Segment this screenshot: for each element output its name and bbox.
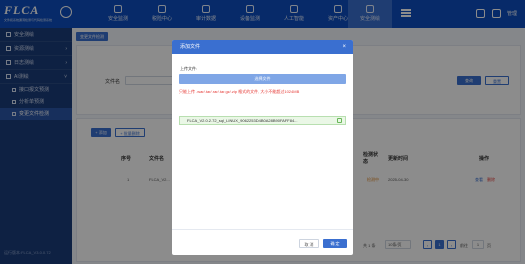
upload-label: 上传文件: xyxy=(180,66,198,71)
check-icon xyxy=(337,118,342,123)
cancel-button[interactable]: 取 消 xyxy=(299,239,319,248)
file-name: FLCA_V2.0.2.72_sql_LINUX_9062253D4B0A28B… xyxy=(187,118,298,123)
confirm-button[interactable]: 确 定 xyxy=(323,239,347,248)
add-file-dialog: 添加文件 × 上传文件: 选择文件 只能上传 .war/.tar/.rar/.t… xyxy=(172,40,353,255)
dialog-body: 上传文件: 选择文件 只能上传 .war/.tar/.rar/.tar.gz/.… xyxy=(172,54,353,229)
select-file-button[interactable]: 选择文件 xyxy=(179,74,346,84)
dialog-footer: 取 消 确 定 xyxy=(172,229,353,255)
selected-file[interactable]: FLCA_V2.0.2.72_sql_LINUX_9062253D4B0A28B… xyxy=(179,116,346,125)
close-icon[interactable]: × xyxy=(342,40,346,54)
dialog-header: 添加文件 × xyxy=(172,40,353,54)
dialog-title: 添加文件 xyxy=(180,44,201,50)
upload-hint: 只能上传 .war/.tar/.rar/.tar.gz/.zip 格式的文件, … xyxy=(179,89,300,94)
